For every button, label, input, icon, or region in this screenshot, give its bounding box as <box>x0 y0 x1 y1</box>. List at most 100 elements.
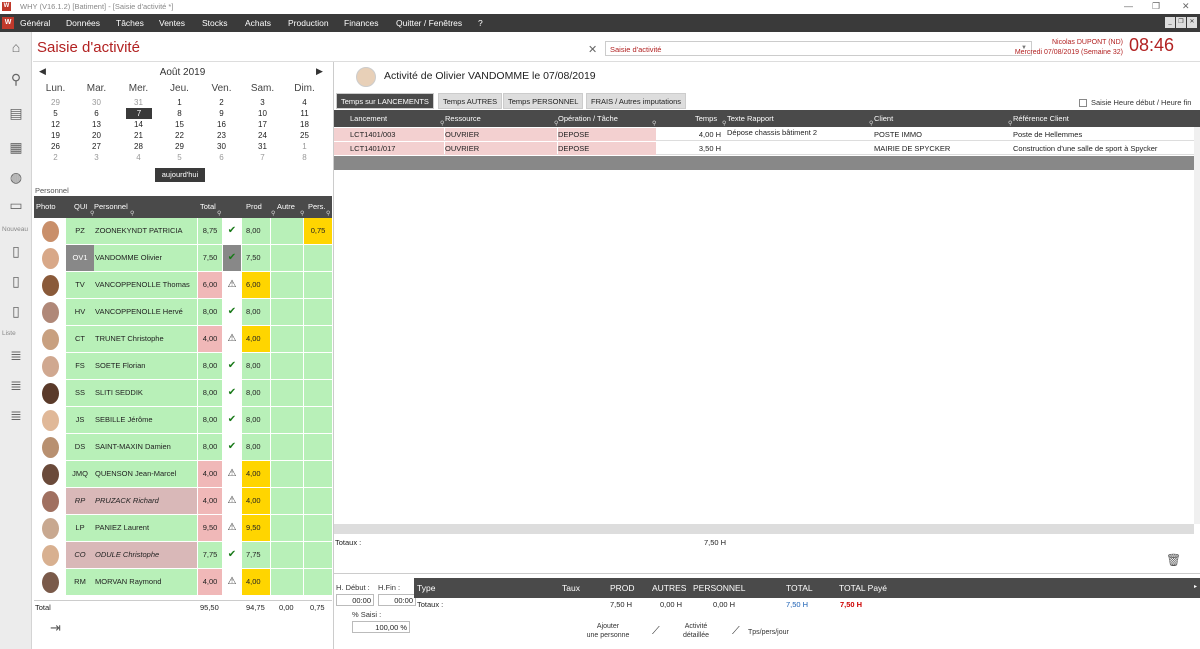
menu-achats[interactable]: Achats <box>245 18 271 28</box>
menu-stocks[interactable]: Stocks <box>202 18 228 28</box>
col-autre[interactable]: Autre <box>277 202 295 211</box>
new-doc-c-icon[interactable]: ▯ <box>4 300 28 322</box>
personnel-row[interactable]: RP PRUZACK Richard 4,00 ⚠ 4,00 <box>34 488 332 515</box>
calendar-day[interactable]: 16 <box>201 119 242 130</box>
saisi-field[interactable]: 100,00 % <box>352 621 410 633</box>
filter-icon[interactable]: ⚲ <box>440 120 444 127</box>
calendar-day[interactable]: 30 <box>76 97 117 108</box>
calendar-day[interactable]: 17 <box>242 119 283 130</box>
col-total[interactable]: Total <box>200 202 216 211</box>
calendar-day[interactable]: 18 <box>284 119 325 130</box>
personnel-row[interactable]: TV VANCOPPENOLLE Thomas 6,00 ⚠ 6,00 <box>34 272 332 299</box>
col-qui[interactable]: QUI <box>74 202 87 211</box>
calendar-day[interactable]: 10 <box>242 108 283 119</box>
col-temps[interactable]: Temps <box>695 114 717 123</box>
exit-icon[interactable]: ⇥ <box>50 620 61 636</box>
trash-icon[interactable]: 🗑 <box>1166 553 1181 567</box>
calendar-day[interactable]: 15 <box>159 119 200 130</box>
calendar-day[interactable]: 28 <box>118 141 159 152</box>
calendar-day[interactable]: 20 <box>76 130 117 141</box>
personnel-row[interactable]: RM MORVAN Raymond 4,00 ⚠ 4,00 <box>34 569 332 596</box>
col-personnel[interactable]: Personnel <box>94 202 128 211</box>
calendar-day[interactable]: 5 <box>35 108 76 119</box>
folder-icon[interactable]: ▭ <box>4 194 28 216</box>
heure-checkbox[interactable]: Saisie Heure début / Heure fin <box>1079 98 1191 108</box>
filter-icon[interactable]: ⚲ <box>90 210 94 217</box>
col-texte[interactable]: Texte Rapport <box>727 114 774 123</box>
tab-autres[interactable]: Temps AUTRES <box>438 93 503 109</box>
calendar-day[interactable]: 3 <box>242 97 283 108</box>
personnel-row[interactable]: DS SAINT-MAXIN Damien 8,00 ✔ 8,00 <box>34 434 332 461</box>
personnel-row[interactable]: CT TRUNET Christophe 4,00 ⚠ 4,00 <box>34 326 332 353</box>
filter-icon[interactable]: ⚲ <box>130 210 134 217</box>
calendar-day[interactable]: 29 <box>159 141 200 152</box>
calendar-day[interactable]: 7 <box>242 152 283 163</box>
table-row[interactable]: LCT1401/003 OUVRIER DEPOSE 4,00 H Dépose cha… <box>334 128 1194 141</box>
search-icon[interactable]: ⚲ <box>4 68 28 90</box>
menu-help[interactable]: ? <box>478 18 483 28</box>
calendar-day[interactable]: 2 <box>201 97 242 108</box>
calendar-day[interactable]: 5 <box>159 152 200 163</box>
calendar-day[interactable]: 25 <box>284 130 325 141</box>
menu-finances[interactable]: Finances <box>344 18 379 28</box>
chart-icon[interactable]: ⟋ <box>652 626 660 637</box>
next-month-icon[interactable]: ▶ <box>316 66 323 77</box>
tps-pers-jour-button[interactable]: Tps/pers/jour <box>748 628 789 637</box>
globe-icon[interactable]: ◍ <box>4 166 28 188</box>
clipboard-icon[interactable]: ▤ <box>4 102 28 124</box>
menu-ventes[interactable]: Ventes <box>159 18 185 28</box>
list-d-icon[interactable]: ≣ <box>4 344 28 366</box>
child-close-icon[interactable]: ✕ <box>1187 17 1197 28</box>
horizontal-scrollbar[interactable] <box>334 524 1194 534</box>
filter-icon[interactable]: ⚲ <box>271 210 275 217</box>
calendar-day[interactable]: 13 <box>76 119 117 130</box>
personnel-row[interactable]: PZ ZOONEKYNDT PATRICIA 8,75 ✔ 8,00 0,75 <box>34 218 332 245</box>
calendar-day[interactable]: 21 <box>118 130 159 141</box>
col-ressource[interactable]: Ressource <box>445 114 481 123</box>
home-icon[interactable]: ⌂ <box>4 36 28 58</box>
personnel-row[interactable]: JS SEBILLE Jérôme 8,00 ✔ 8,00 <box>34 407 332 434</box>
add-person-button[interactable]: Ajouter une personne <box>578 622 638 640</box>
calendar-day[interactable]: 6 <box>76 108 117 119</box>
minimize-icon[interactable]: — <box>1124 1 1133 11</box>
calendar-day[interactable]: 22 <box>159 130 200 141</box>
calendar-day[interactable]: 23 <box>201 130 242 141</box>
table-row-empty[interactable] <box>334 156 1194 170</box>
calendar-day[interactable]: 24 <box>242 130 283 141</box>
tab-lancements[interactable]: Temps sur LANCEMENTS <box>336 93 434 109</box>
personnel-row[interactable]: HV VANCOPPENOLLE Hervé 8,00 ✔ 8,00 <box>34 299 332 326</box>
close-window-icon[interactable]: ✕ <box>1182 1 1190 12</box>
personnel-row[interactable]: JMQ QUENSON Jean-Marcel 4,00 ⚠ 4,00 <box>34 461 332 488</box>
calendar-day[interactable]: 31 <box>118 97 159 108</box>
close-icon[interactable]: ✕ <box>588 43 597 56</box>
tab-personnel[interactable]: Temps PERSONNEL <box>503 93 584 109</box>
calendar-day[interactable]: 14 <box>118 119 159 130</box>
filter-icon[interactable]: ⚲ <box>300 210 304 217</box>
filter-icon[interactable]: ⚲ <box>326 210 330 217</box>
menu-quitter-fenetres[interactable]: Quitter / Fenêtres <box>396 18 462 28</box>
new-doc-a-icon[interactable]: ▯ <box>4 270 28 292</box>
col-client[interactable]: Client <box>874 114 893 123</box>
child-restore-icon[interactable]: ❐ <box>1176 17 1186 28</box>
calendar-day[interactable]: 8 <box>159 108 200 119</box>
calendar-day[interactable]: 8 <box>284 152 325 163</box>
calendar-day[interactable]: 12 <box>35 119 76 130</box>
scroll-right-icon[interactable]: ▸ <box>1194 583 1197 590</box>
calculator-icon[interactable]: ▦ <box>4 136 28 158</box>
personnel-row[interactable]: CO ODULE Christophe 7,75 ✔ 7,75 <box>34 542 332 569</box>
calendar-day[interactable]: 19 <box>35 130 76 141</box>
calendar-day[interactable]: 3 <box>76 152 117 163</box>
calendar-day[interactable]: 1 <box>284 141 325 152</box>
col-operation[interactable]: Opération / Tâche <box>558 114 618 123</box>
new-doc-d-icon[interactable]: ▯ <box>4 240 28 262</box>
calendar-day[interactable]: 9 <box>201 108 242 119</box>
calendar-day[interactable]: 1 <box>159 97 200 108</box>
menu-taches[interactable]: Tâches <box>116 18 144 28</box>
table-row[interactable]: LCT1401/017 OUVRIER DEPOSE 3,50 H MAIRIE DE … <box>334 142 1194 155</box>
hfin-field[interactable]: 00:00 <box>378 594 416 606</box>
col-pers[interactable]: Pers. <box>308 202 326 211</box>
menu-donnees[interactable]: Données <box>66 18 100 28</box>
tab-frais[interactable]: FRAIS / Autres imputations <box>586 93 687 109</box>
calendar-day[interactable]: 4 <box>118 152 159 163</box>
list-a-icon[interactable]: ≣ <box>4 374 28 396</box>
